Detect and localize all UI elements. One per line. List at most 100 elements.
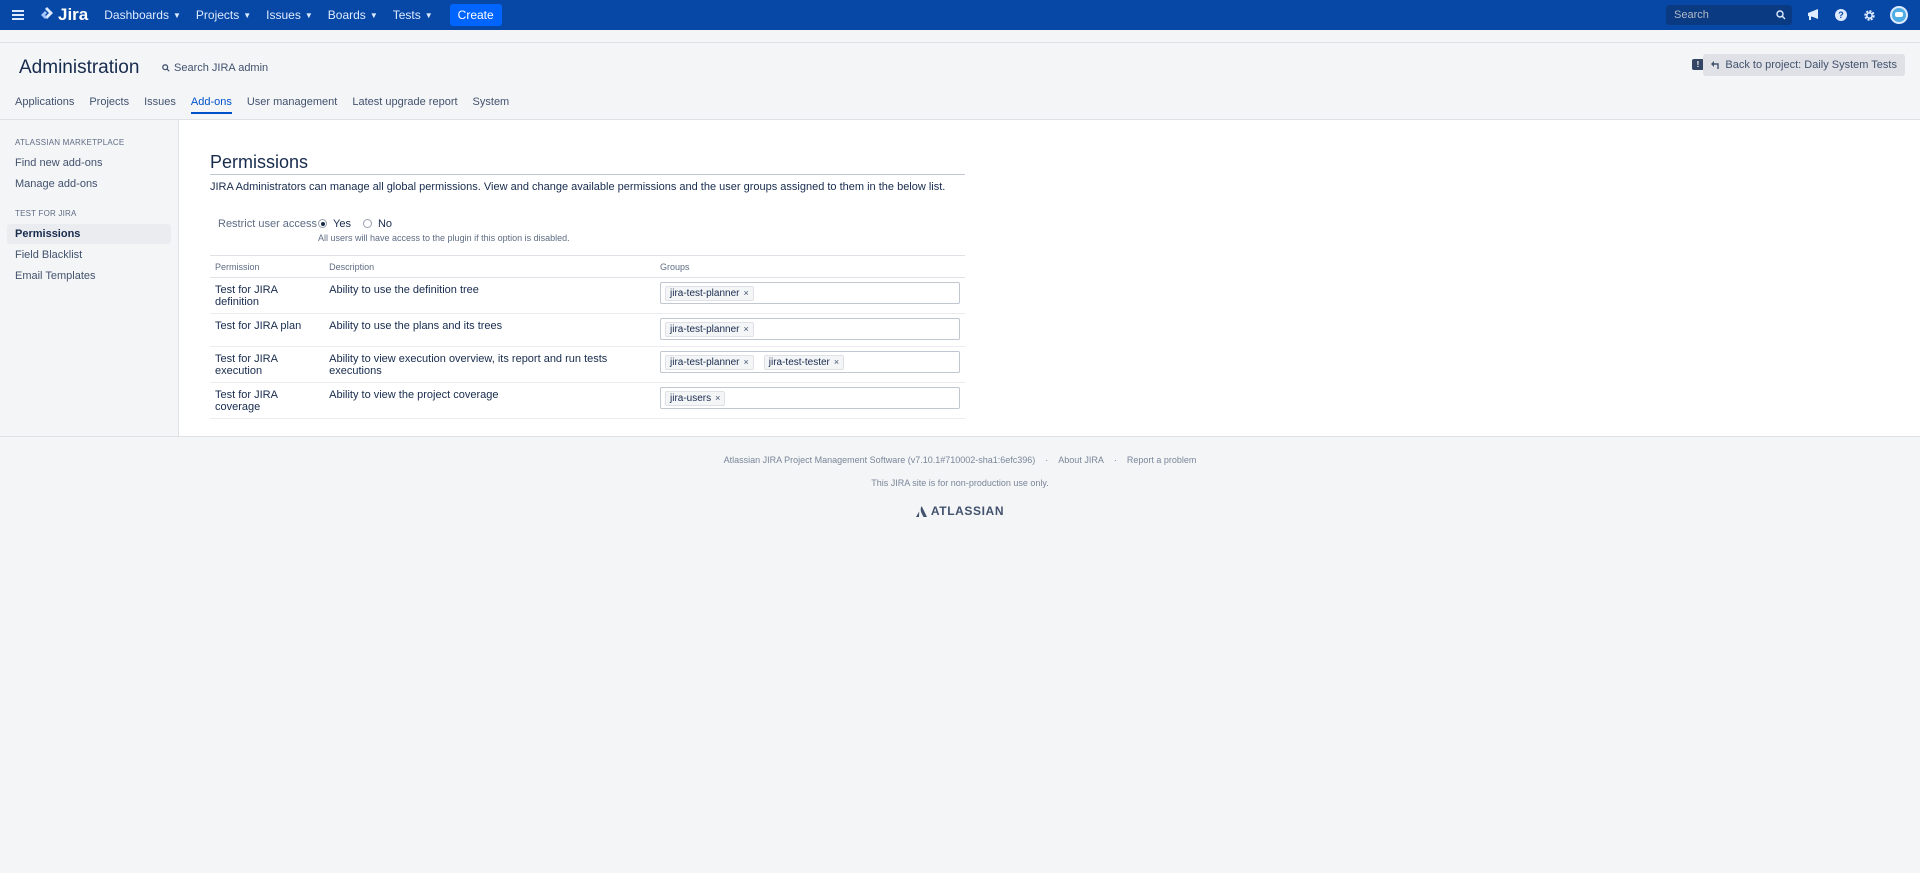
permissions-panel: Permissions JIRA Administrators can mana… — [210, 152, 965, 419]
nav-issues[interactable]: Issues ▼ — [266, 8, 313, 22]
chevron-down-icon: ▼ — [243, 10, 252, 20]
footer-separator: · — [1045, 455, 1049, 465]
remove-chip-icon[interactable]: × — [834, 357, 839, 367]
sidebar-item-field-blacklist[interactable]: Field Blacklist — [7, 245, 171, 265]
nav-projects[interactable]: Projects ▼ — [196, 8, 251, 22]
create-button[interactable]: Create — [449, 4, 502, 26]
top-right-tools: ? — [1666, 5, 1908, 25]
chevron-down-icon: ▼ — [172, 10, 181, 20]
remove-chip-icon[interactable]: × — [743, 324, 748, 334]
sidebar: ATLASSIAN MARKETPLACE Find new add-ons M… — [0, 120, 179, 436]
radio-no[interactable] — [362, 219, 372, 228]
sidebar-item-email-templates[interactable]: Email Templates — [7, 266, 171, 286]
notifications-icon[interactable] — [1806, 8, 1820, 22]
tab-projects[interactable]: Projects — [89, 91, 129, 113]
avatar[interactable] — [1890, 6, 1908, 24]
nav-label: Projects — [195, 8, 240, 22]
nav-label: Issues — [266, 8, 301, 22]
column-header-permission: Permission — [210, 255, 325, 278]
tab-add-ons[interactable]: Add-ons — [190, 91, 232, 114]
tab-applications[interactable]: Applications — [15, 91, 74, 113]
radio-no-label[interactable]: No — [378, 218, 392, 230]
table-row: Test for JIRA definition Ability to use … — [210, 277, 965, 314]
groups-cell: jira-test-planner × — [655, 313, 965, 347]
nav-dashboards[interactable]: Dashboards ▼ — [104, 8, 181, 22]
radio-yes-label[interactable]: Yes — [333, 218, 351, 230]
groups-cell: jira-test-planner × — [655, 277, 965, 314]
global-search[interactable] — [1666, 5, 1792, 25]
tab-issues[interactable]: Issues — [144, 91, 176, 113]
radio-yes[interactable] — [318, 219, 327, 228]
top-navigation-bar: Jira Dashboards ▼ Projects ▼ Issues ▼ Board… — [0, 0, 1920, 30]
group-chip: jira-test-tester × — [763, 354, 845, 370]
groups-picker[interactable]: jira-test-planner × — [660, 318, 960, 340]
permissions-table: Permission Description Groups Test for J… — [210, 255, 965, 419]
remove-chip-icon[interactable]: × — [743, 357, 748, 367]
tab-system[interactable]: System — [473, 91, 510, 113]
sidebar-heading-test-for-jira: TEST FOR JIRA — [15, 209, 77, 218]
restrict-hint: All users will have access to the plugin… — [318, 233, 570, 243]
nav-boards[interactable]: Boards ▼ — [328, 8, 378, 22]
back-to-project-label: Back to project: Daily System Tests — [1725, 59, 1897, 71]
nav-tests[interactable]: Tests ▼ — [393, 8, 433, 22]
footer-notice: This JIRA site is for non-production use… — [871, 478, 1049, 488]
table-header-row: Permission Description Groups — [210, 255, 965, 278]
section-description: JIRA Administrators can manage all globa… — [210, 181, 946, 193]
admin-header: Administration Search JIRA admin ! Back … — [0, 43, 1920, 85]
page-title: Administration — [19, 57, 140, 78]
groups-picker[interactable]: jira-test-planner × jira-test-tester × — [660, 351, 960, 373]
hamburger-icon[interactable] — [12, 10, 24, 20]
group-chip: jira-test-planner × — [665, 321, 754, 337]
groups-cell: jira-test-planner × jira-test-tester × — [655, 346, 965, 383]
restrict-user-access-label: Restrict user access — [218, 218, 318, 230]
sidebar-item-find-new-add-ons[interactable]: Find new add-ons — [7, 153, 171, 173]
footer-separator: · — [1113, 455, 1117, 465]
table-row: Test for JIRA coverage Ability to view t… — [210, 382, 965, 419]
back-to-project-button[interactable]: Back to project: Daily System Tests — [1703, 54, 1905, 76]
report-problem-link[interactable]: Report a problem — [1127, 455, 1197, 465]
search-admin-link[interactable]: Search JIRA admin — [162, 62, 268, 74]
jira-logo-icon — [41, 7, 53, 19]
groups-picker[interactable]: jira-users × — [660, 387, 960, 409]
feedback-icon[interactable]: ! — [1692, 59, 1704, 70]
help-icon[interactable]: ? — [1834, 8, 1848, 22]
groups-cell: jira-users × — [655, 382, 965, 419]
permission-description: Ability to view execution overview, its … — [324, 346, 655, 383]
chevron-down-icon: ▼ — [369, 10, 378, 20]
admin-body: ATLASSIAN MARKETPLACE Find new add-ons M… — [0, 120, 1920, 437]
restrict-radio-group: Yes No — [318, 217, 400, 230]
jira-logo[interactable]: Jira — [40, 5, 88, 25]
group-chip: jira-test-planner × — [665, 354, 754, 370]
main-content: Permissions JIRA Administrators can mana… — [179, 120, 1920, 436]
sidebar-item-permissions[interactable]: Permissions — [7, 224, 171, 244]
chevron-down-icon: ▼ — [424, 10, 433, 20]
search-icon[interactable] — [1776, 10, 1786, 20]
settings-gear-icon[interactable] — [1862, 8, 1876, 22]
restrict-user-access-row: Restrict user access Yes No — [218, 217, 965, 231]
back-arrow-icon — [1711, 61, 1720, 69]
permission-description: Ability to view the project coverage — [324, 382, 655, 419]
tab-user-management[interactable]: User management — [247, 91, 338, 113]
global-search-input[interactable] — [1672, 8, 1766, 22]
remove-chip-icon[interactable]: × — [715, 393, 720, 403]
atlassian-logo[interactable]: ATLASSIAN — [0, 504, 1920, 518]
atlassian-logo-text: ATLASSIAN — [930, 504, 1005, 518]
admin-tabs: Applications Projects Issues Add-ons Use… — [0, 91, 1920, 120]
nav-label: Tests — [392, 8, 421, 22]
groups-picker[interactable]: jira-test-planner × — [660, 282, 960, 304]
permission-name: Test for JIRA plan — [210, 313, 325, 347]
permission-name: Test for JIRA execution — [210, 346, 325, 383]
logo-text: Jira — [58, 5, 89, 24]
sidebar-heading-marketplace: ATLASSIAN MARKETPLACE — [15, 138, 125, 147]
group-chip-label: jira-test-tester — [768, 356, 830, 368]
sidebar-item-manage-add-ons[interactable]: Manage add-ons — [7, 174, 171, 194]
section-title: Permissions — [210, 152, 965, 175]
group-chip-label: jira-users — [670, 392, 712, 404]
group-chip-label: jira-test-planner — [670, 356, 740, 368]
footer-version: Atlassian JIRA Project Management Softwa… — [723, 455, 1036, 465]
remove-chip-icon[interactable]: × — [743, 288, 748, 298]
permission-description: Ability to use the plans and its trees — [324, 313, 655, 347]
tab-latest-upgrade-report[interactable]: Latest upgrade report — [352, 91, 457, 113]
about-jira-link[interactable]: About JIRA — [1058, 455, 1104, 465]
footer: Atlassian JIRA Project Management Softwa… — [0, 437, 1920, 518]
